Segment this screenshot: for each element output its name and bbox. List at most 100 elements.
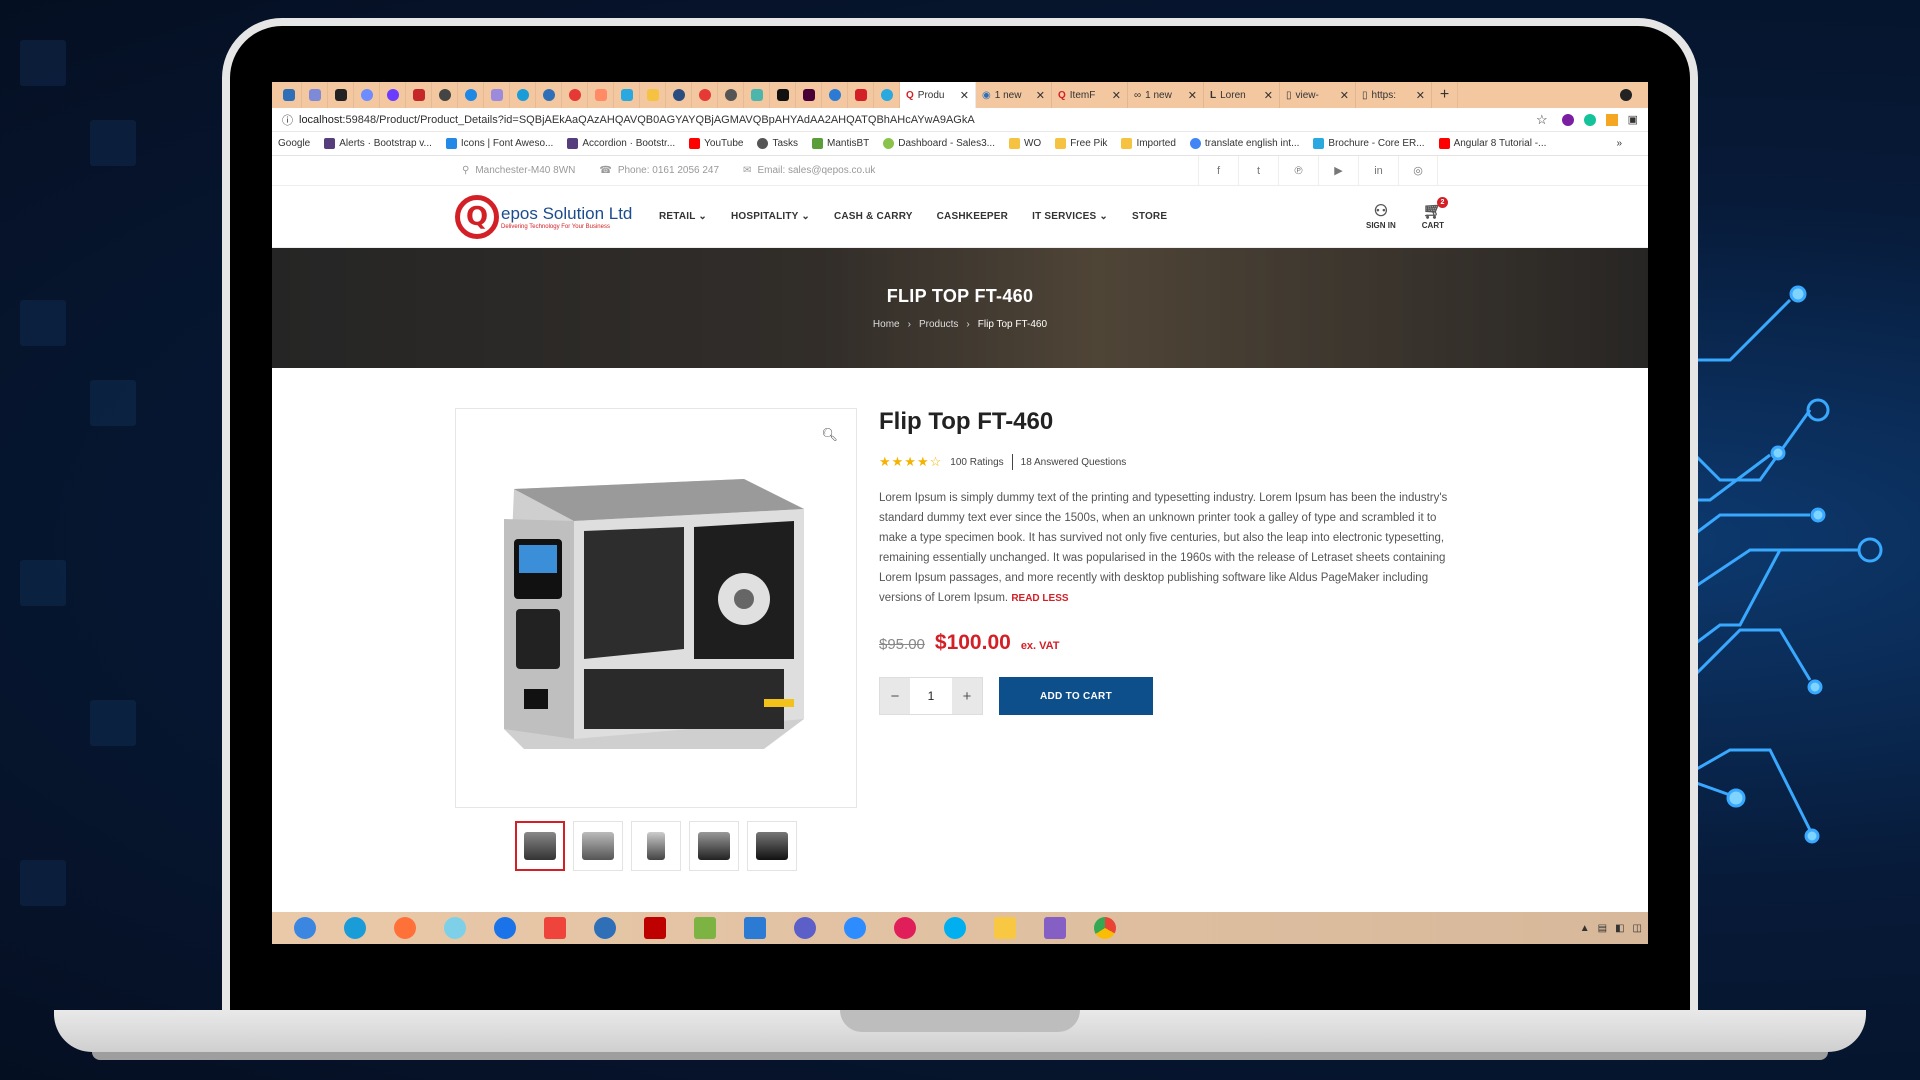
pinned-tab[interactable] (770, 82, 796, 108)
pinned-tab[interactable] (380, 82, 406, 108)
pinned-tab[interactable] (666, 82, 692, 108)
volume-icon[interactable]: ◧ (1615, 923, 1624, 934)
pinned-tab[interactable] (406, 82, 432, 108)
close-tab-icon[interactable]: ✕ (1036, 89, 1045, 102)
pinned-tab[interactable] (874, 82, 900, 108)
breadcrumb-products[interactable]: Products (919, 319, 958, 330)
filezilla-icon[interactable] (636, 912, 674, 944)
browser-tab[interactable]: ◉ 1 new ✕ (976, 82, 1052, 108)
pinned-tab[interactable] (692, 82, 718, 108)
thumbnail[interactable] (631, 821, 681, 871)
bookmark[interactable]: MantisBT (812, 138, 869, 149)
breadcrumb-home[interactable]: Home (873, 319, 900, 330)
slack-icon[interactable] (886, 912, 924, 944)
profile-icon[interactable] (1620, 89, 1632, 101)
close-tab-icon[interactable]: ✕ (1188, 89, 1197, 102)
bookmark[interactable]: Brochure - Core ER... (1313, 138, 1425, 149)
bookmark[interactable]: Alerts · Bootstrap v... (324, 138, 432, 149)
pinned-tab[interactable] (458, 82, 484, 108)
browser-tab[interactable]: Q ItemF ✕ (1052, 82, 1128, 108)
pinned-tab[interactable] (718, 82, 744, 108)
pinned-tab[interactable] (744, 82, 770, 108)
ratings-count[interactable]: 100 Ratings (950, 457, 1003, 468)
notification-icon[interactable]: ◫ (1633, 923, 1642, 934)
windows-icon[interactable] (286, 912, 324, 944)
pinned-tab[interactable] (354, 82, 380, 108)
browser-tab-product[interactable]: Q Produ ✕ (900, 82, 976, 108)
pinned-tab[interactable] (796, 82, 822, 108)
browser-tab[interactable]: ∞ 1 new ✕ (1128, 82, 1204, 108)
hubstaff-icon[interactable] (586, 912, 624, 944)
sign-in-button[interactable]: ⚇ SIGN IN (1366, 203, 1396, 230)
pinned-tab[interactable] (510, 82, 536, 108)
email-info[interactable]: ✉ Email: sales@qepos.co.uk (743, 165, 875, 176)
nav-hospitality[interactable]: HOSPITALITY ⌄ (731, 211, 810, 222)
pinterest-icon[interactable]: ℗ (1278, 155, 1318, 186)
network-icon[interactable]: ▤ (1598, 923, 1607, 934)
more-bookmarks-icon[interactable]: » (1616, 138, 1622, 149)
pinned-tab[interactable] (484, 82, 510, 108)
bookmark-folder[interactable]: Free Pik (1055, 138, 1107, 149)
bookmark-folder[interactable]: WO (1008, 138, 1041, 149)
phone-info[interactable]: ☎ Phone: 0161 2056 247 (599, 165, 719, 176)
explorer-icon[interactable] (986, 912, 1024, 944)
browser-tab[interactable]: L Loren ✕ (1204, 82, 1280, 108)
pinned-tab[interactable] (276, 82, 302, 108)
new-tab-button[interactable]: + (1432, 82, 1458, 108)
nav-it-services[interactable]: IT SERVICES ⌄ (1032, 211, 1108, 222)
bookmark[interactable]: Dashboard - Sales3... (883, 138, 995, 149)
close-tab-icon[interactable]: ✕ (960, 89, 969, 102)
thumbnail[interactable] (515, 821, 565, 871)
close-tab-icon[interactable]: ✕ (1340, 89, 1349, 102)
anydesk-icon[interactable] (536, 912, 574, 944)
close-tab-icon[interactable]: ✕ (1112, 89, 1121, 102)
read-less-link[interactable]: READ LESS (1011, 593, 1068, 604)
url-field[interactable]: localhost:59848/Product/Product_Details?… (299, 114, 1536, 126)
firefox-icon[interactable] (386, 912, 424, 944)
pinned-tab[interactable] (848, 82, 874, 108)
bookmark[interactable]: Angular 8 Tutorial -... (1438, 138, 1546, 149)
quantity-input[interactable]: 1 (910, 678, 952, 714)
decrease-quantity-button[interactable]: − (880, 678, 910, 714)
bookmark[interactable]: Icons | Font Aweso... (445, 138, 553, 149)
browser-tab[interactable]: ▯ view- ✕ (1280, 82, 1356, 108)
maps-icon[interactable] (486, 912, 524, 944)
pinned-tab[interactable] (588, 82, 614, 108)
site-logo[interactable]: Q epos Solution Ltd Delivering Technolog… (455, 194, 655, 239)
instagram-icon[interactable]: ◎ (1398, 155, 1438, 186)
nav-cash-carry[interactable]: CASH & CARRY (834, 211, 913, 222)
pinned-tab[interactable] (640, 82, 666, 108)
facebook-icon[interactable]: f (1198, 155, 1238, 186)
pinned-tab[interactable] (432, 82, 458, 108)
pinned-tab[interactable] (822, 82, 848, 108)
pinned-tab[interactable] (302, 82, 328, 108)
tray-arrow-icon[interactable]: ▲ (1580, 923, 1590, 934)
pinned-tab[interactable] (536, 82, 562, 108)
twitter-icon[interactable]: t (1238, 155, 1278, 186)
extension-icon[interactable] (1605, 113, 1618, 126)
bookmark[interactable]: Accordion · Bootstr... (567, 138, 675, 149)
thumbnail[interactable] (689, 821, 739, 871)
nav-cashkeeper[interactable]: CASHKEEPER (937, 211, 1008, 222)
answered-questions[interactable]: 18 Answered Questions (1021, 457, 1127, 468)
bookmark[interactable]: YouTube (689, 138, 743, 149)
increase-quantity-button[interactable]: + (952, 678, 982, 714)
pinned-tab[interactable] (328, 82, 354, 108)
thumbnail[interactable] (747, 821, 797, 871)
bookmark[interactable]: Tasks (757, 138, 798, 149)
thumbnail[interactable] (573, 821, 623, 871)
extension-icon[interactable] (1561, 113, 1574, 126)
bookmark[interactable]: translate english int... (1189, 138, 1299, 149)
linkedin-icon[interactable]: in (1358, 155, 1398, 186)
browser-tab[interactable]: ▯ https: ✕ (1356, 82, 1432, 108)
pinned-tab[interactable] (614, 82, 640, 108)
notepad-icon[interactable] (686, 912, 724, 944)
product-image-gallery[interactable]: 🔍︎ (455, 408, 857, 808)
zoom-icon[interactable]: 🔍︎ (821, 427, 838, 443)
info-icon[interactable]: ⓘ (282, 112, 293, 128)
extension-icon[interactable] (1583, 113, 1596, 126)
nav-retail[interactable]: RETAIL ⌄ (659, 211, 707, 222)
nav-store[interactable]: STORE (1132, 211, 1167, 222)
close-tab-icon[interactable]: ✕ (1416, 89, 1425, 102)
visual-studio-icon[interactable] (1036, 912, 1074, 944)
